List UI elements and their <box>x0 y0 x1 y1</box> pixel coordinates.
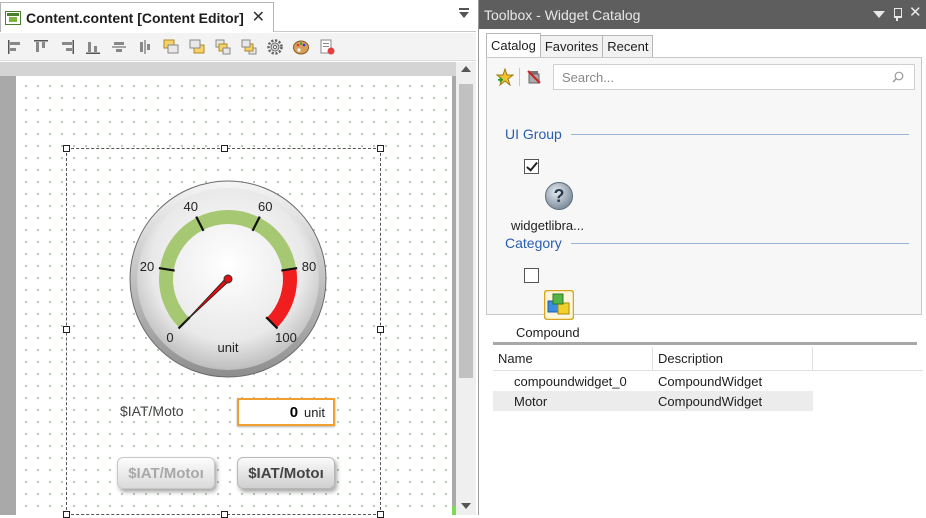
gauge-tick-label: 20 <box>140 259 154 274</box>
toolbox-tabs: Catalog Favorites Recent <box>486 33 654 57</box>
group-divider <box>571 242 909 244</box>
column-header-name[interactable]: Name <box>493 347 653 370</box>
gauge-tick-label: 40 <box>184 199 198 214</box>
search-placeholder: Search... <box>562 69 615 85</box>
widget-list: Name Description compoundwidget_0 Compou… <box>493 347 923 411</box>
compound-label: Compound <box>516 325 580 340</box>
send-to-back-icon[interactable] <box>186 36 208 58</box>
resize-handle[interactable] <box>377 326 384 333</box>
remove-favorite-icon[interactable] <box>524 67 544 87</box>
numeric-unit: unit <box>304 404 325 420</box>
gauge-tick-label: 0 <box>166 330 173 345</box>
iat-motor-button[interactable]: $IAT/Motoı <box>237 457 335 489</box>
align-top-icon[interactable] <box>30 36 52 58</box>
content-canvas[interactable]: 0 20 40 60 80 100 unit $IAT/Moto 0 unit $IAT/… <box>16 76 452 518</box>
category-title: Category <box>505 235 562 251</box>
gauge-widget[interactable]: 0 20 40 60 80 100 unit <box>129 180 327 378</box>
editor-canvas-area: 0 20 40 60 80 100 unit $IAT/Moto 0 unit $IAT/… <box>0 62 476 518</box>
align-right-icon[interactable] <box>56 36 78 58</box>
center-vertical-icon[interactable] <box>108 36 130 58</box>
content-editor-tab[interactable]: Content.content [Content Editor] ✕ <box>0 2 274 32</box>
content-editor-panel: Content.content [Content Editor] ✕ 0 20 … <box>0 0 476 518</box>
align-left-icon[interactable] <box>4 36 26 58</box>
panel-splitter[interactable] <box>493 342 917 345</box>
canvas-top-margin <box>0 62 456 76</box>
help-icon[interactable]: ? <box>544 181 574 211</box>
search-input[interactable]: Search... <box>553 64 915 90</box>
search-icon[interactable] <box>892 71 904 83</box>
toolbox-title-bar: Toolbox - Widget Catalog ✕ <box>479 0 926 29</box>
scrollbar-thumb[interactable] <box>459 84 473 378</box>
toolbar-separator <box>519 68 520 86</box>
gauge-hub <box>223 274 233 284</box>
panel-menu-icon[interactable] <box>458 8 470 20</box>
tab-catalog[interactable]: Catalog <box>486 33 541 57</box>
group-divider <box>571 133 909 135</box>
list-item-name: compoundwidget_0 <box>514 373 627 389</box>
close-tab-icon[interactable]: ✕ <box>252 7 265 27</box>
ui-group-heading: UI Group <box>505 126 909 142</box>
gauge-unit-label: unit <box>218 340 239 355</box>
scroll-up-icon[interactable] <box>461 66 471 72</box>
category-heading: Category <box>505 235 909 251</box>
bring-to-front-icon[interactable] <box>160 36 182 58</box>
iat-motor-button-disabled[interactable]: $IAT/Motoı <box>117 457 215 489</box>
gear-icon[interactable] <box>264 36 286 58</box>
palette-icon[interactable] <box>290 36 312 58</box>
numeric-value: 0 <box>289 403 299 421</box>
pin-icon[interactable] <box>891 8 903 21</box>
editor-tab-title: Content.content [Content Editor] <box>26 9 244 26</box>
catalog-panel: Search... UI Group ? widgetlibra... Cate… <box>486 57 922 340</box>
editor-vertical-scrollbar[interactable] <box>456 62 476 515</box>
list-item-description: CompoundWidget <box>658 373 763 389</box>
column-header-description[interactable]: Description <box>653 347 813 370</box>
gauge-tick-label: 60 <box>258 199 272 214</box>
ui-group-checkbox[interactable] <box>524 159 539 174</box>
numeric-input[interactable]: 0 unit <box>237 398 335 426</box>
send-backward-icon[interactable] <box>238 36 260 58</box>
add-favorite-icon[interactable] <box>495 67 515 87</box>
center-horizontal-icon[interactable] <box>134 36 156 58</box>
compound-icon[interactable] <box>544 290 574 320</box>
bring-forward-icon[interactable] <box>212 36 234 58</box>
toolbox-title: Toolbox - Widget Catalog <box>484 6 641 23</box>
editor-toolbar <box>0 33 476 61</box>
search-row: Search... <box>495 64 915 90</box>
align-bottom-icon[interactable] <box>82 36 104 58</box>
tab-recent[interactable]: Recent <box>602 35 654 57</box>
list-item-description: CompoundWidget <box>658 393 763 409</box>
resize-handle[interactable] <box>63 326 70 333</box>
resize-handle[interactable] <box>377 145 384 152</box>
widget-library-label: widgetlibra... <box>511 218 584 233</box>
toolbox-body: Catalog Favorites Recent Search... UI Gr… <box>479 29 926 515</box>
resize-handle[interactable] <box>63 145 70 152</box>
gauge-tick-label: 80 <box>302 259 316 274</box>
list-item-selected[interactable]: Motor CompoundWidget <box>493 391 813 411</box>
scroll-down-icon[interactable] <box>461 503 471 509</box>
tab-favorites[interactable]: Favorites <box>539 35 604 57</box>
iat-motor-label: $IAT/Moto <box>120 403 184 419</box>
toolbox-panel: Toolbox - Widget Catalog ✕ Catalog Favor… <box>478 0 926 515</box>
editor-tab-bar: Content.content [Content Editor] ✕ <box>0 0 476 32</box>
chevron-down-icon[interactable] <box>873 8 885 20</box>
resize-handle[interactable] <box>221 145 228 152</box>
close-icon[interactable]: ✕ <box>909 5 922 20</box>
ui-group-title: UI Group <box>505 126 562 142</box>
list-item-name: Motor <box>514 393 548 409</box>
gauge-tick-label: 100 <box>275 330 297 345</box>
list-item[interactable]: compoundwidget_0 CompoundWidget <box>493 371 923 391</box>
category-checkbox[interactable] <box>524 268 539 283</box>
script-icon[interactable] <box>316 36 338 58</box>
svg-text:?: ? <box>554 186 565 206</box>
content-editor-icon <box>5 10 21 25</box>
list-header: Name Description <box>493 347 923 371</box>
